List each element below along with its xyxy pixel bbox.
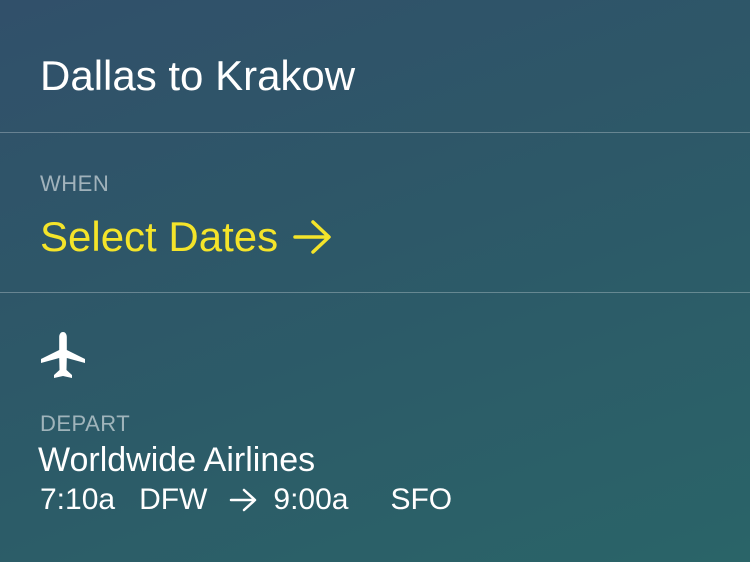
page-title: Dallas to Krakow (40, 52, 356, 99)
divider-bottom (0, 292, 750, 293)
select-dates-button[interactable]: Select Dates (40, 212, 334, 262)
depart-airport: DFW (139, 483, 208, 516)
arrive-airport: SFO (390, 483, 453, 516)
divider-top (0, 132, 750, 133)
select-dates-label: Select Dates (40, 213, 279, 260)
when-label: WHEN (40, 171, 110, 196)
flight-times-row: 7:10a DFW 9:00a SFO (40, 482, 452, 518)
arrow-right-icon (293, 220, 331, 254)
arrive-time: 9:00a (273, 483, 349, 516)
depart-time: 7:10a (40, 483, 116, 516)
airplane-icon (41, 332, 85, 378)
route-arrow-icon (230, 488, 257, 512)
airline-name: Worldwide Airlines (38, 441, 316, 479)
depart-label: DEPART (40, 411, 131, 436)
